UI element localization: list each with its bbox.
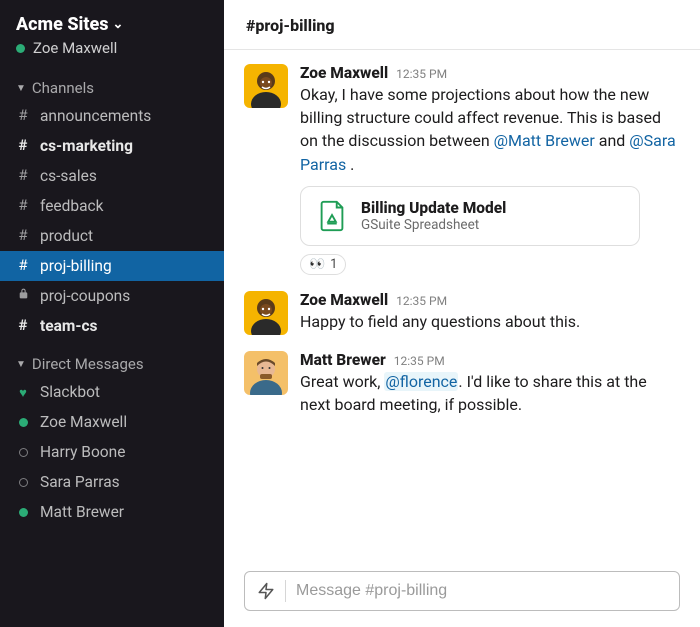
- sidebar-dm-matt-brewer[interactable]: Matt Brewer: [0, 497, 224, 527]
- message-timestamp: 12:35 PM: [396, 67, 447, 81]
- dm-label: Sara Parras: [40, 470, 120, 494]
- caret-down-icon: ▼: [16, 83, 26, 94]
- dm-label: Harry Boone: [40, 440, 125, 464]
- avatar[interactable]: [244, 64, 288, 108]
- hash-icon: #: [16, 314, 30, 337]
- hash-icon: #: [16, 224, 30, 247]
- workspace-switcher[interactable]: Acme Sites ⌄: [16, 14, 208, 35]
- channel-label: cs-marketing: [40, 134, 133, 158]
- message-timestamp: 12:35 PM: [396, 294, 447, 308]
- sidebar: Acme Sites ⌄ Zoe Maxwell ▼ Channels # ann…: [0, 0, 224, 627]
- channel-label: proj-billing: [40, 254, 112, 278]
- message-timestamp: 12:35 PM: [394, 354, 445, 368]
- workspace-header: Acme Sites ⌄ Zoe Maxwell: [0, 10, 224, 65]
- sidebar-channel-proj-billing[interactable]: # proj-billing: [0, 251, 224, 281]
- channel-header[interactable]: #proj-billing: [224, 0, 700, 50]
- message-input[interactable]: [296, 582, 667, 600]
- dms-section-header[interactable]: ▼ Direct Messages: [0, 341, 224, 377]
- sidebar-dm-harry-boone[interactable]: Harry Boone: [0, 437, 224, 467]
- message: Zoe Maxwell 12:35 PM Happy to field any qu…: [244, 291, 680, 335]
- sidebar-channel-product[interactable]: # product: [0, 221, 224, 251]
- message-header: Zoe Maxwell 12:35 PM: [300, 291, 680, 309]
- message-header: Zoe Maxwell 12:35 PM: [300, 64, 680, 82]
- sidebar-channel-cs-marketing[interactable]: # cs-marketing: [0, 131, 224, 161]
- heart-icon: ♥: [16, 380, 30, 404]
- workspace-name: Acme Sites: [16, 14, 109, 35]
- message: Zoe Maxwell 12:35 PM Okay, I have some pro…: [244, 64, 680, 275]
- hash-icon: #: [16, 164, 30, 187]
- channel-label: proj-coupons: [40, 284, 130, 308]
- sidebar-channel-feedback[interactable]: # feedback: [0, 191, 224, 221]
- avatar[interactable]: [244, 351, 288, 395]
- message-author[interactable]: Zoe Maxwell: [300, 64, 388, 82]
- reactions: 👀1: [300, 254, 680, 275]
- sidebar-dm-sara-parras[interactable]: Sara Parras: [0, 467, 224, 497]
- dm-label: Zoe Maxwell: [40, 410, 127, 434]
- caret-down-icon: ▼: [16, 359, 26, 370]
- message-body: Zoe Maxwell 12:35 PM Happy to field any qu…: [300, 291, 680, 335]
- message-body: Matt Brewer 12:35 PM Great work, @florence…: [300, 351, 680, 416]
- sidebar-dm-zoe-maxwell[interactable]: Zoe Maxwell: [0, 407, 224, 437]
- sidebar-channel-cs-sales[interactable]: # cs-sales: [0, 161, 224, 191]
- channel-label: feedback: [40, 194, 104, 218]
- channels-label: Channels: [32, 79, 94, 97]
- gdrive-icon: [315, 199, 349, 233]
- hash-icon: #: [16, 104, 30, 127]
- dms-label: Direct Messages: [32, 355, 144, 373]
- presence-online-icon: [16, 44, 25, 53]
- presence-offline-icon: [16, 470, 30, 494]
- attachment[interactable]: Billing Update ModelGSuite Spreadsheet: [300, 186, 640, 246]
- message-text: Great work, @florence. I'd like to share…: [300, 370, 680, 416]
- dm-label: Slackbot: [40, 380, 100, 404]
- sidebar-channel-team-cs[interactable]: # team-cs: [0, 311, 224, 341]
- message-text: Okay, I have some projections about how …: [300, 83, 680, 176]
- dm-list: ♥ Slackbot Zoe Maxwell Harry Boone Sara Parr…: [0, 377, 224, 527]
- hash-icon: #: [16, 194, 30, 217]
- message-list: Zoe Maxwell 12:35 PM Okay, I have some pro…: [224, 50, 700, 563]
- channel-label: announcements: [40, 104, 151, 128]
- message-author[interactable]: Matt Brewer: [300, 351, 386, 369]
- sidebar-channel-proj-coupons[interactable]: proj-coupons: [0, 281, 224, 311]
- composer-area: [224, 563, 700, 627]
- channel-list: # announcements # cs-marketing # cs-sales # fee…: [0, 101, 224, 341]
- dm-label: Matt Brewer: [40, 500, 124, 524]
- presence-online-icon: [16, 500, 30, 524]
- mention[interactable]: @Sara Parras: [300, 131, 676, 173]
- presence-online-icon: [16, 410, 30, 434]
- composer-divider: [285, 580, 286, 602]
- current-user[interactable]: Zoe Maxwell: [16, 39, 208, 57]
- message-author[interactable]: Zoe Maxwell: [300, 291, 388, 309]
- mention[interactable]: @florence: [384, 372, 458, 391]
- message-composer[interactable]: [244, 571, 680, 611]
- chevron-down-icon: ⌄: [113, 17, 124, 32]
- main-pane: #proj-billing Zoe Maxwell 12:35 PM Okay, I…: [224, 0, 700, 627]
- channels-section-header[interactable]: ▼ Channels: [0, 65, 224, 101]
- avatar[interactable]: [244, 291, 288, 335]
- current-user-name: Zoe Maxwell: [33, 39, 117, 57]
- hash-icon: #: [16, 254, 30, 277]
- attachment-subtitle: GSuite Spreadsheet: [361, 217, 506, 233]
- message: Matt Brewer 12:35 PM Great work, @florence…: [244, 351, 680, 416]
- channel-label: cs-sales: [40, 164, 97, 188]
- attachment-title: Billing Update Model: [361, 199, 506, 217]
- reaction-emoji: 👀: [309, 257, 325, 272]
- message-text: Happy to field any questions about this.: [300, 310, 680, 333]
- channel-label: team-cs: [40, 314, 97, 338]
- mention[interactable]: @Matt Brewer: [494, 131, 595, 150]
- shortcuts-icon[interactable]: [257, 582, 275, 600]
- channel-name: #proj-billing: [246, 16, 335, 35]
- sidebar-dm-slackbot[interactable]: ♥ Slackbot: [0, 377, 224, 407]
- reaction[interactable]: 👀1: [300, 254, 346, 275]
- reaction-count: 1: [330, 257, 337, 272]
- message-header: Matt Brewer 12:35 PM: [300, 351, 680, 369]
- hash-icon: #: [16, 134, 30, 157]
- lock-icon: [16, 284, 30, 307]
- presence-offline-icon: [16, 440, 30, 464]
- message-body: Zoe Maxwell 12:35 PM Okay, I have some pro…: [300, 64, 680, 275]
- sidebar-channel-announcements[interactable]: # announcements: [0, 101, 224, 131]
- channel-label: product: [40, 224, 93, 248]
